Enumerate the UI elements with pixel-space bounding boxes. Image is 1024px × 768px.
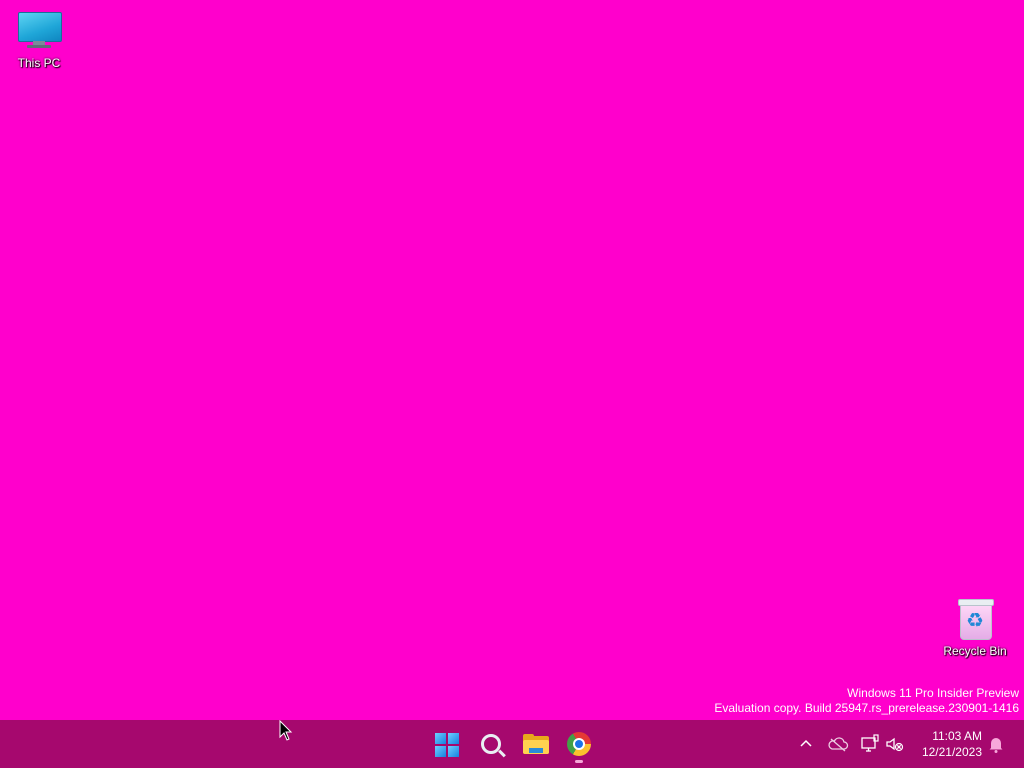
search-icon (481, 734, 501, 754)
volume-muted-icon[interactable] (883, 732, 907, 756)
chrome-button[interactable] (559, 724, 599, 764)
windows-start-icon (435, 733, 459, 757)
taskbar: 11:03 AM 12/21/2023 (0, 720, 1024, 768)
desktop-icon-label: Recycle Bin (943, 644, 1007, 658)
search-button[interactable] (471, 724, 511, 764)
watermark-edition: Windows 11 Pro Insider Preview (847, 686, 1019, 700)
clock-time: 11:03 AM (932, 729, 982, 743)
folder-icon (523, 734, 549, 754)
notification-bell-icon[interactable] (984, 732, 1008, 756)
desktop-icon-recycle-bin[interactable]: ♻ Recycle Bin (938, 596, 1012, 658)
start-button[interactable] (427, 724, 467, 764)
chrome-icon (567, 732, 591, 756)
desktop[interactable]: This PC ♻ Recycle Bin Windows 11 Pro Ins… (0, 0, 1024, 720)
desktop-icon-label: This PC (17, 56, 61, 70)
network-icon[interactable] (858, 732, 882, 756)
clock-date: 12/21/2023 (921, 745, 982, 759)
evaluation-watermark: Windows 11 Pro Insider Preview Evaluatio… (714, 686, 1019, 716)
running-indicator (575, 760, 583, 763)
onedrive-cloud-icon[interactable] (826, 732, 850, 756)
this-pc-icon (15, 8, 63, 52)
watermark-build: Evaluation copy. Build 25947.rs_prerelea… (714, 701, 1019, 715)
chevron-up-icon[interactable] (794, 732, 818, 756)
system-clock[interactable]: 11:03 AM 12/21/2023 (912, 728, 982, 760)
mouse-cursor (279, 720, 293, 741)
file-explorer-button[interactable] (515, 724, 555, 764)
desktop-icon-this-pc[interactable]: This PC (2, 8, 76, 70)
recycle-bin-icon: ♻ (951, 596, 999, 640)
